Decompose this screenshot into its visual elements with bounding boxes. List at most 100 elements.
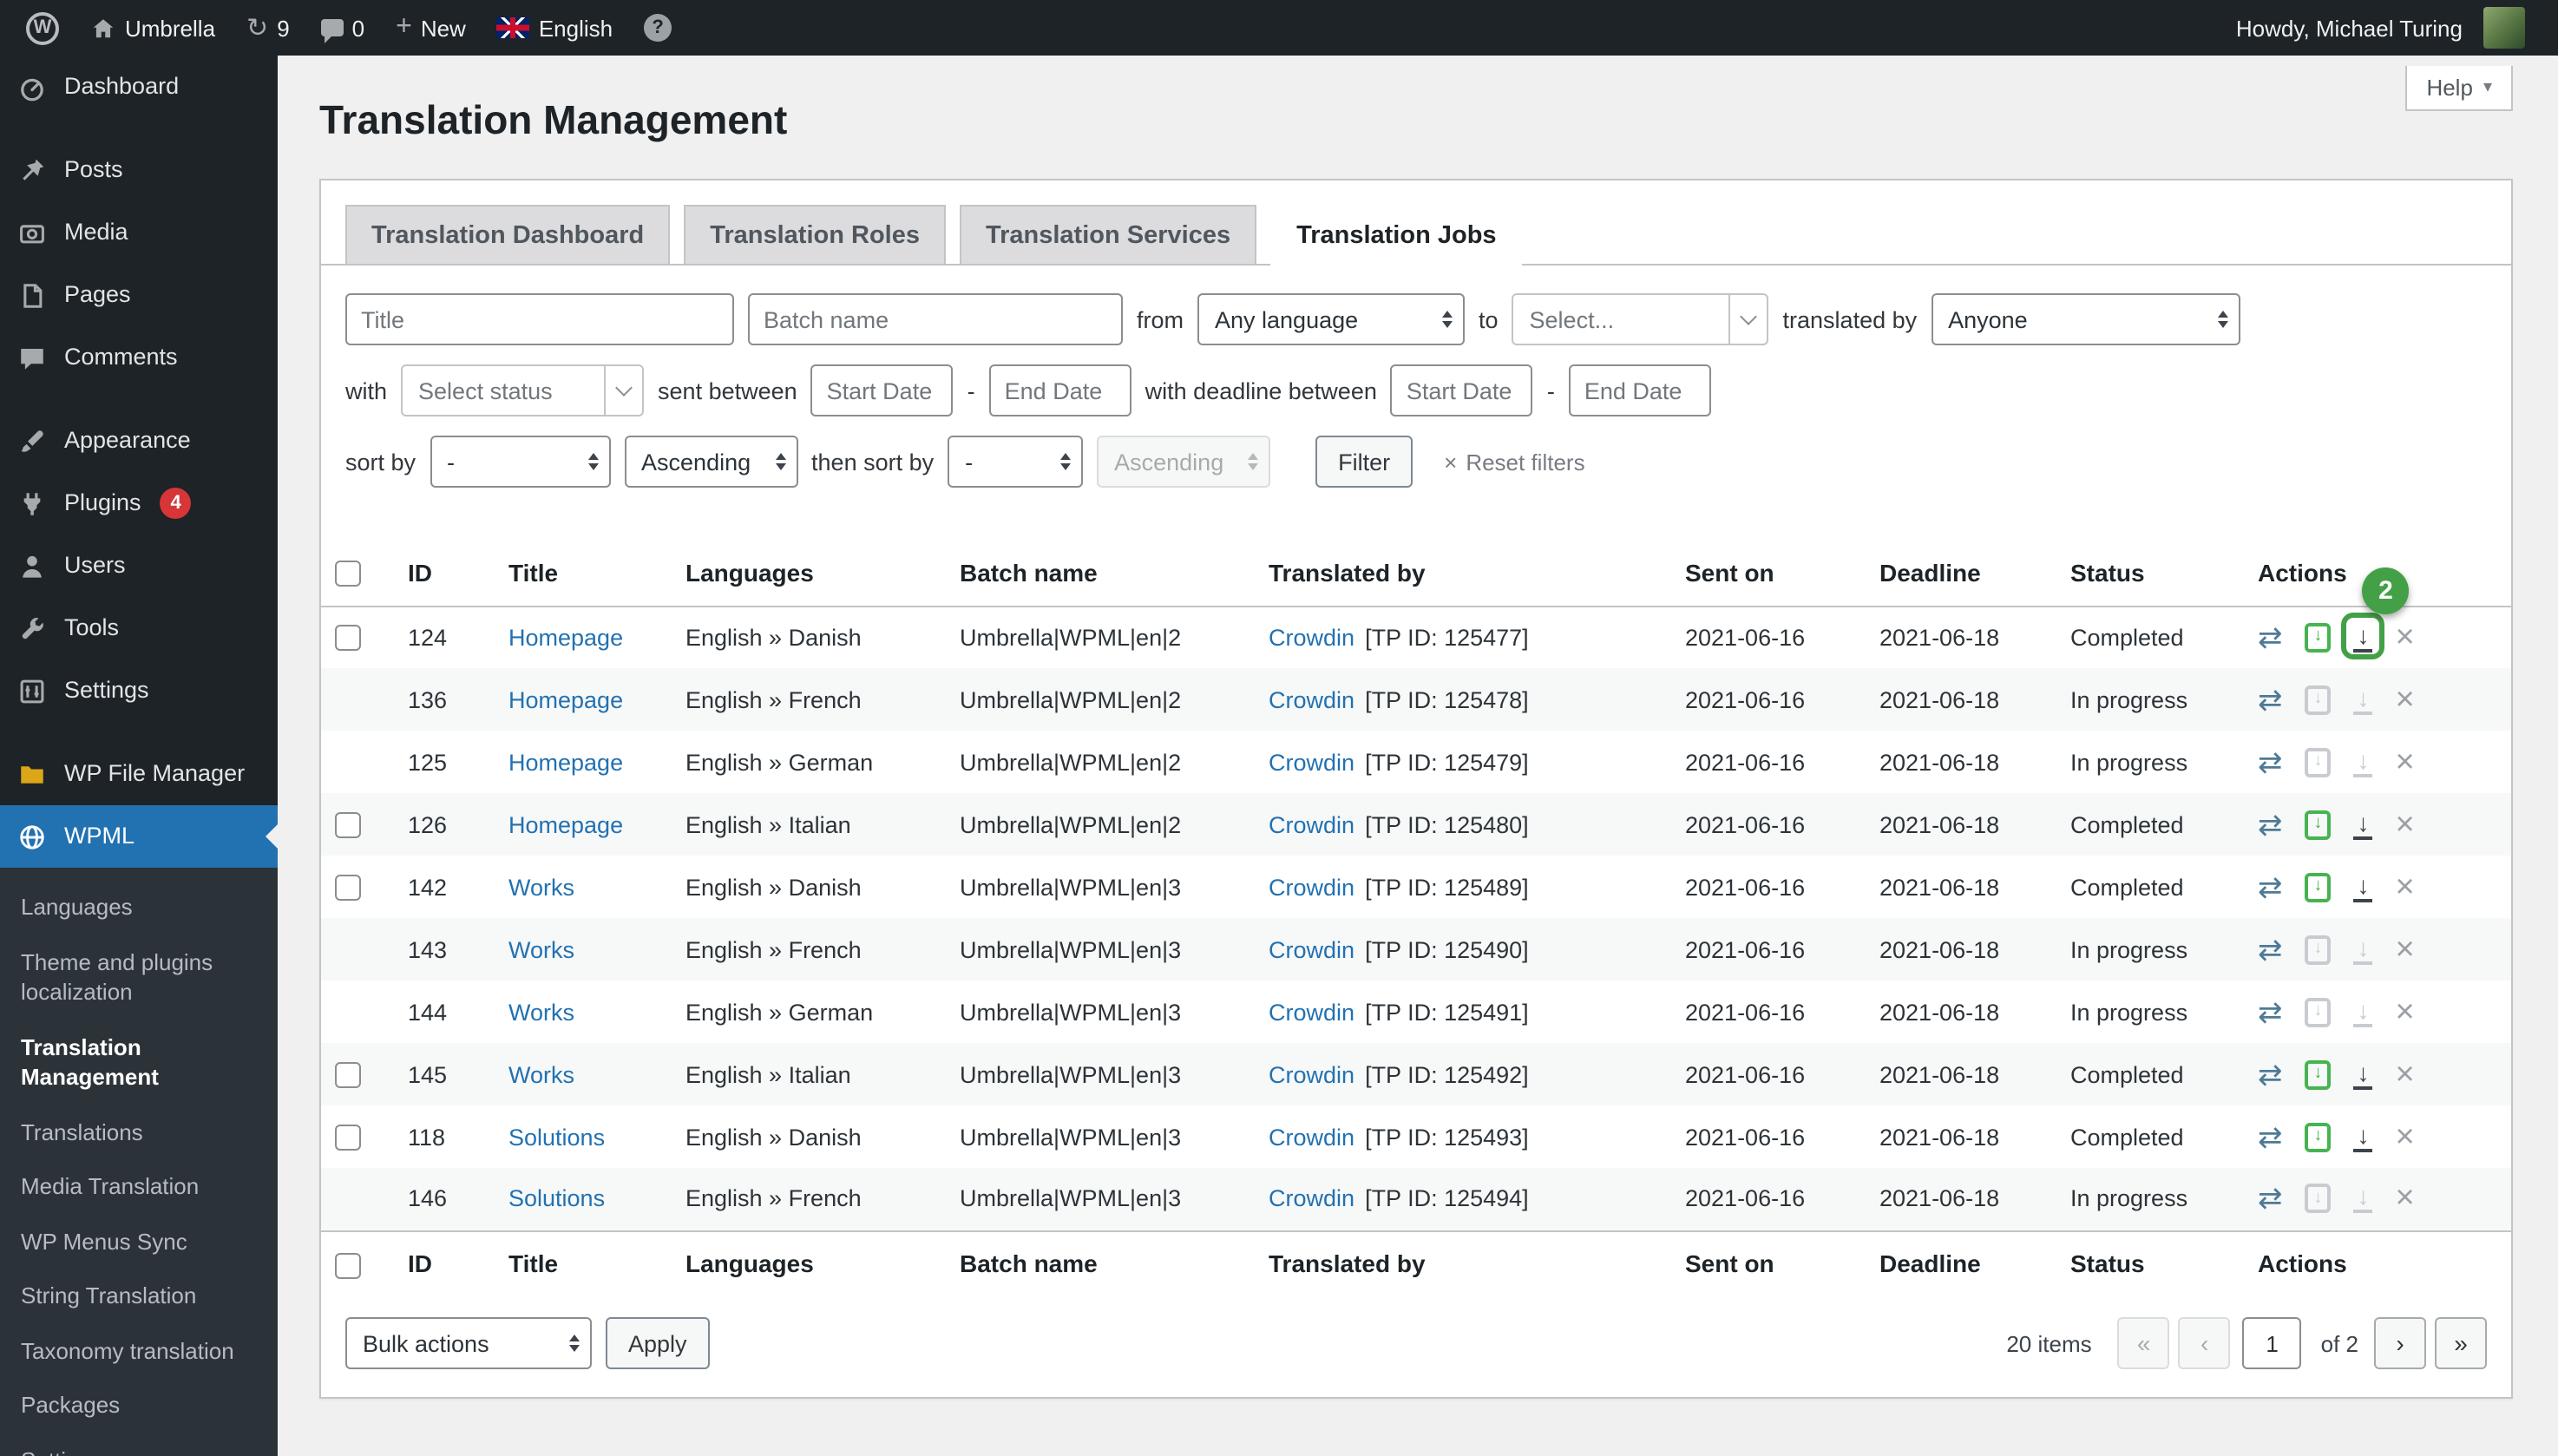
resend-job-icon[interactable]: ⇄ [2258,810,2283,839]
sidebar-item-string-translation[interactable]: String Translation [0,1269,278,1324]
translator-link[interactable]: Crowdin [1269,874,1354,900]
job-title-link[interactable]: Solutions [508,1124,605,1150]
cancel-job-icon[interactable]: × [2396,621,2415,654]
view-translation-icon[interactable]: ↓ [2305,810,2332,839]
tab-translation-services[interactable]: Translation Services [960,205,1256,264]
translator-link[interactable]: Crowdin [1269,749,1354,775]
view-translation-icon[interactable]: ↓ [2305,623,2332,653]
view-translation-icon[interactable]: ↓ [2305,1122,2332,1151]
row-checkbox[interactable] [335,625,361,651]
then-sort-order-select[interactable]: Ascending [1097,436,1270,488]
download-xliff-icon[interactable]: ↓ [2354,623,2373,653]
resend-job-icon[interactable]: ⇄ [2258,623,2283,653]
sidebar-item-wp-menus-sync[interactable]: WP Menus Sync [0,1215,278,1269]
resend-job-icon[interactable]: ⇄ [2258,997,2283,1026]
view-translation-icon[interactable]: ↓ [2305,872,2332,902]
sidebar-item-media-translation[interactable]: Media Translation [0,1160,278,1215]
next-page-button[interactable]: › [2374,1317,2426,1369]
cancel-job-icon[interactable]: × [2396,683,2415,716]
sent-end-date-input[interactable] [989,364,1131,416]
cancel-job-icon[interactable]: × [2396,933,2415,966]
select-all-checkbox[interactable] [335,561,361,587]
sidebar-item-packages[interactable]: Packages [0,1379,278,1433]
translator-link[interactable]: Crowdin [1269,1186,1354,1212]
sort-order-select[interactable]: Ascending [624,436,797,488]
help-button[interactable]: Help ▾ [2405,66,2513,111]
tab-translation-roles[interactable]: Translation Roles [684,205,946,264]
wpml-help-link[interactable]: ? [628,0,687,56]
view-translation-icon[interactable]: ↓ [2305,935,2332,964]
first-page-button[interactable]: « [2118,1317,2170,1369]
then-sort-by-select[interactable]: - [948,436,1083,488]
sidebar-item-appearance[interactable]: Appearance [0,410,278,472]
tab-translation-jobs[interactable]: Translation Jobs [1270,205,1522,266]
translator-link[interactable]: Crowdin [1269,625,1354,651]
bulk-actions-select[interactable]: Bulk actions [345,1317,592,1369]
job-title-link[interactable]: Works [508,999,574,1025]
apply-button[interactable]: Apply [606,1317,710,1369]
new-content-link[interactable]: + New [380,0,482,56]
sidebar-item-dashboard[interactable]: Dashboard [0,56,278,118]
download-xliff-icon[interactable]: ↓ [2354,872,2373,902]
row-checkbox[interactable] [335,1062,361,1088]
current-page-input[interactable] [2243,1317,2302,1369]
last-page-button[interactable]: » [2435,1317,2487,1369]
resend-job-icon[interactable]: ⇄ [2258,872,2283,902]
sidebar-item-translation-management[interactable]: Translation Management [0,1020,278,1105]
status-select[interactable]: Select status [401,364,644,416]
download-xliff-icon[interactable]: ↓ [2354,1122,2373,1151]
sidebar-item-tools[interactable]: Tools [0,597,278,659]
resend-job-icon[interactable]: ⇄ [2258,1122,2283,1151]
sidebar-item-settings[interactable]: Settings [0,659,278,722]
job-title-link[interactable]: Works [508,936,574,962]
download-xliff-icon[interactable]: ↓ [2354,997,2373,1026]
to-language-select[interactable]: Select... [1512,293,1769,345]
updates-link[interactable]: ↻ 9 [231,0,305,56]
cancel-job-icon[interactable]: × [2396,995,2415,1028]
cancel-job-icon[interactable]: × [2396,1183,2415,1216]
reset-filters-link[interactable]: × Reset filters [1444,449,1584,475]
download-xliff-icon[interactable]: ↓ [2354,810,2373,839]
download-xliff-icon[interactable]: ↓ [2354,1184,2373,1214]
sidebar-item-posts[interactable]: Posts [0,139,278,201]
sidebar-item-media[interactable]: Media [0,201,278,264]
language-switcher[interactable]: English [482,0,628,56]
sidebar-item-taxonomy-translation[interactable]: Taxonomy translation [0,1324,278,1379]
view-translation-icon[interactable]: ↓ [2305,747,2332,777]
tab-translation-dashboard[interactable]: Translation Dashboard [345,205,670,264]
resend-job-icon[interactable]: ⇄ [2258,685,2283,714]
translator-link[interactable]: Crowdin [1269,1124,1354,1150]
sort-by-select[interactable]: - [430,436,610,488]
sidebar-item-settings[interactable]: Settings [0,1433,278,1456]
job-title-link[interactable]: Works [508,1061,574,1087]
resend-job-icon[interactable]: ⇄ [2258,1184,2283,1214]
sidebar-item-translations[interactable]: Translations [0,1105,278,1159]
cancel-job-icon[interactable]: × [2396,1120,2415,1153]
translated-by-select[interactable]: Anyone [1931,293,2240,345]
sidebar-item-theme-and-plugins-localization[interactable]: Theme and plugins localization [0,935,278,1020]
deadline-start-date-input[interactable] [1391,364,1533,416]
filter-button[interactable]: Filter [1315,436,1413,488]
sidebar-item-languages[interactable]: Languages [0,880,278,935]
job-title-link[interactable]: Homepage [508,686,623,712]
sidebar-item-wp-file-manager[interactable]: WP File Manager [0,743,278,805]
sidebar-item-comments[interactable]: Comments [0,326,278,389]
job-title-link[interactable]: Homepage [508,811,623,837]
cancel-job-icon[interactable]: × [2396,745,2415,778]
row-checkbox[interactable] [335,1125,361,1151]
row-checkbox[interactable] [335,812,361,838]
download-xliff-icon[interactable]: ↓ [2354,1059,2373,1089]
translator-link[interactable]: Crowdin [1269,1061,1354,1087]
sidebar-item-pages[interactable]: Pages [0,264,278,326]
view-translation-icon[interactable]: ↓ [2305,685,2332,714]
title-filter-input[interactable] [345,293,734,345]
from-language-select[interactable]: Any language [1197,293,1465,345]
job-title-link[interactable]: Solutions [508,1186,605,1212]
sidebar-item-wpml[interactable]: WPML [0,805,278,868]
row-checkbox[interactable] [335,875,361,901]
resend-job-icon[interactable]: ⇄ [2258,747,2283,777]
translator-link[interactable]: Crowdin [1269,999,1354,1025]
sidebar-item-users[interactable]: Users [0,535,278,597]
sidebar-item-plugins[interactable]: Plugins4 [0,472,278,535]
download-xliff-icon[interactable]: ↓ [2354,747,2373,777]
